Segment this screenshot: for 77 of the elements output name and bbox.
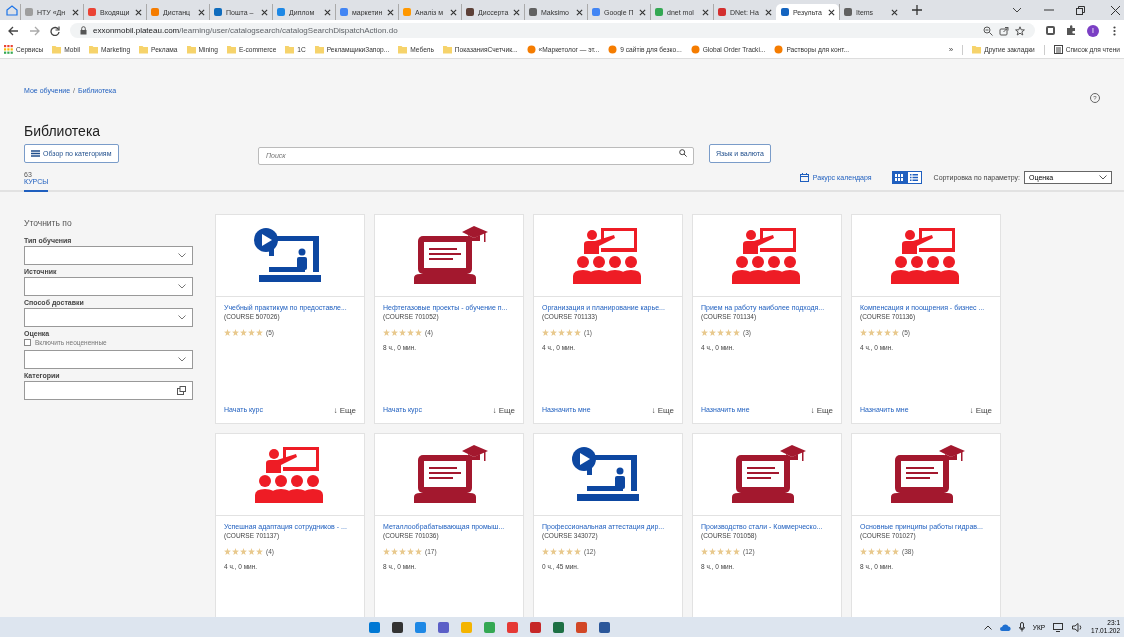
close-icon[interactable] — [72, 8, 79, 16]
apps-grid-icon — [4, 45, 13, 54]
reload-icon[interactable] — [50, 25, 60, 36]
checkbox[interactable] — [24, 339, 31, 346]
more-link[interactable]: ↓ Еще — [651, 406, 674, 415]
site-icon — [526, 45, 536, 54]
microphone-icon[interactable] — [1018, 622, 1025, 632]
close-icon[interactable] — [891, 8, 898, 16]
close-icon[interactable] — [324, 8, 331, 16]
chevron-down-icon — [178, 315, 186, 320]
close-icon[interactable] — [387, 8, 394, 16]
taskbar-app-icon[interactable] — [392, 621, 404, 633]
chevron-up-icon[interactable] — [983, 624, 992, 630]
monitor-icon[interactable] — [1053, 622, 1065, 632]
chevron-down-icon — [178, 357, 186, 362]
grid-view-button[interactable] — [891, 170, 907, 184]
close-icon[interactable] — [828, 8, 835, 16]
more-link[interactable]: ↓ Еще — [492, 406, 515, 415]
back-icon[interactable] — [8, 25, 19, 36]
more-link[interactable]: ↓ Еще — [969, 406, 992, 415]
taskbar-app-icon[interactable] — [599, 621, 611, 633]
folder-icon — [442, 45, 452, 54]
share-icon[interactable] — [999, 25, 1009, 36]
more-link[interactable]: ↓ Еще — [810, 406, 833, 415]
lock-icon — [80, 26, 87, 35]
cloud-icon[interactable] — [999, 623, 1011, 631]
chevron-down-icon — [178, 253, 186, 258]
close-icon[interactable] — [135, 8, 142, 16]
extension-icon[interactable] — [1045, 25, 1056, 36]
star-icon[interactable] — [1015, 25, 1025, 36]
reading-list-icon — [1053, 45, 1063, 54]
close-icon[interactable] — [1111, 5, 1120, 15]
folder-icon — [972, 45, 982, 54]
list-icon — [910, 173, 919, 181]
folder-icon — [314, 45, 324, 54]
folder-icon — [52, 45, 62, 54]
picker-icon[interactable] — [177, 386, 186, 395]
folder-icon — [398, 45, 408, 54]
list-icon — [31, 149, 40, 157]
home-tab[interactable] — [4, 4, 20, 16]
close-icon[interactable] — [450, 8, 457, 16]
close-icon[interactable] — [765, 8, 772, 16]
close-icon[interactable] — [702, 8, 709, 16]
new-tab-icon[interactable] — [912, 5, 922, 15]
close-icon[interactable] — [576, 8, 583, 16]
address-field[interactable]: exxonmobil.plateau.com/learning/user/catalogsearch/catalogSearchDispatchAction.do — [70, 23, 1035, 38]
close-icon[interactable] — [513, 8, 520, 16]
folder-icon — [226, 45, 236, 54]
site-icon — [774, 45, 784, 54]
folder-icon — [89, 45, 99, 54]
folder-icon — [139, 45, 149, 54]
folder-icon — [186, 45, 196, 54]
chevron-down-icon[interactable] — [1012, 7, 1022, 13]
chevron-down-icon — [178, 284, 186, 289]
search-icon[interactable] — [679, 149, 687, 157]
zoom-icon[interactable] — [983, 25, 993, 36]
refine-heading: Уточнить по — [24, 218, 73, 228]
grid-icon — [895, 173, 904, 181]
puzzle-icon[interactable] — [1066, 25, 1077, 36]
restore-icon[interactable] — [1076, 5, 1085, 15]
taskbar-app-icon[interactable] — [530, 621, 542, 633]
taskbar-app-icon[interactable] — [438, 621, 450, 633]
home-icon — [6, 4, 18, 16]
site-icon — [690, 45, 700, 54]
more-link[interactable]: ↓ Еще — [333, 406, 356, 415]
menu-icon[interactable] — [1113, 25, 1116, 36]
close-icon[interactable] — [639, 8, 646, 16]
close-icon[interactable] — [198, 8, 205, 16]
taskbar-app-icon[interactable] — [553, 621, 565, 633]
calendar-icon — [799, 172, 809, 182]
more-bookmarks-button[interactable]: » — [948, 45, 954, 54]
close-icon[interactable] — [261, 8, 268, 16]
speaker-icon[interactable] — [1072, 622, 1084, 632]
page-title: Библиотека — [24, 123, 102, 139]
chevron-down-icon — [1099, 174, 1107, 180]
site-icon — [608, 45, 618, 54]
folder-icon — [285, 45, 295, 54]
